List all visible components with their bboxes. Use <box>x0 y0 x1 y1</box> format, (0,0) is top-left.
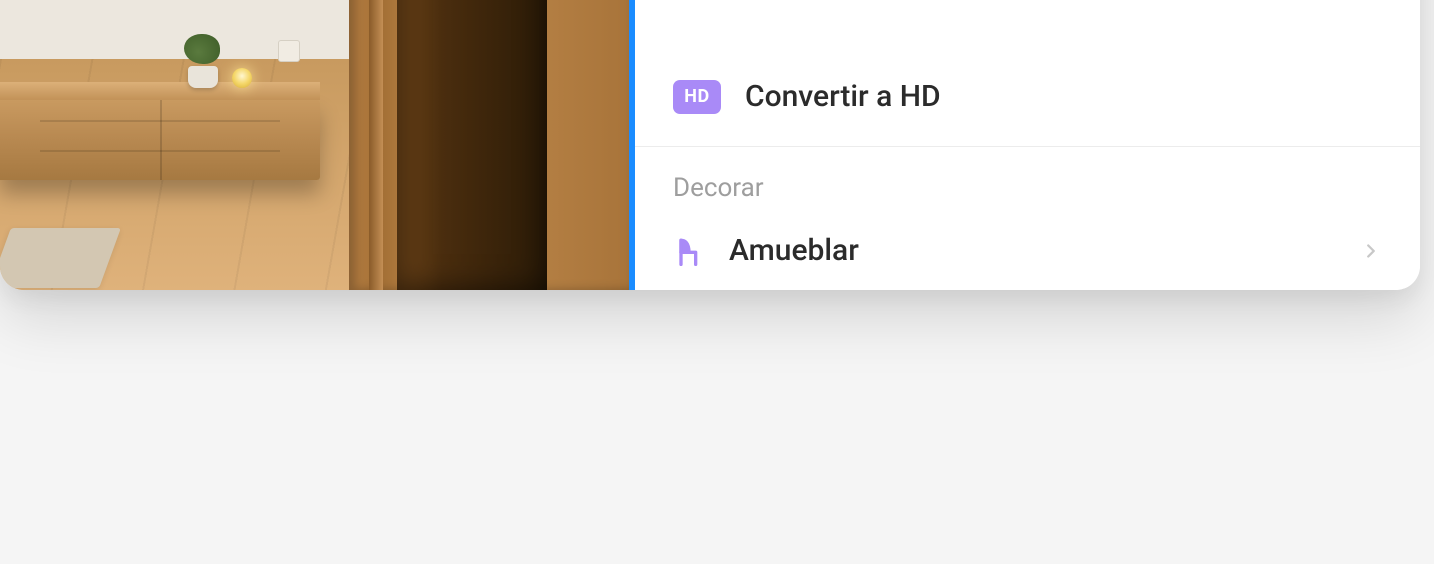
chevron-right-icon <box>1360 240 1382 262</box>
section-header-decorate: Decorar <box>635 147 1420 211</box>
room-door-opening <box>397 0 547 290</box>
room-illustration <box>0 0 629 290</box>
convert-hd-label: Convertir a HD <box>745 79 1382 114</box>
furnish-label: Amueblar <box>729 233 1336 268</box>
drawer-line <box>40 120 280 122</box>
preview-image-pane[interactable] <box>0 0 635 290</box>
actions-menu: HD Convertir a HD Decorar Amueblar <box>635 0 1420 290</box>
convert-hd-button[interactable]: HD Convertir a HD <box>635 57 1420 136</box>
room-outlet <box>278 40 300 62</box>
editor-card: HD Convertir a HD Decorar Amueblar <box>0 0 1420 290</box>
chair-icon <box>673 235 705 267</box>
drawer-line <box>40 150 280 152</box>
room-door <box>349 0 629 290</box>
content-wrap: HD Convertir a HD Decorar Amueblar <box>0 0 1420 290</box>
room-lamp <box>232 68 252 88</box>
furnish-button[interactable]: Amueblar <box>635 211 1420 290</box>
room-plant <box>180 44 224 88</box>
hd-badge-icon: HD <box>673 80 721 114</box>
room-shelf <box>0 100 320 180</box>
